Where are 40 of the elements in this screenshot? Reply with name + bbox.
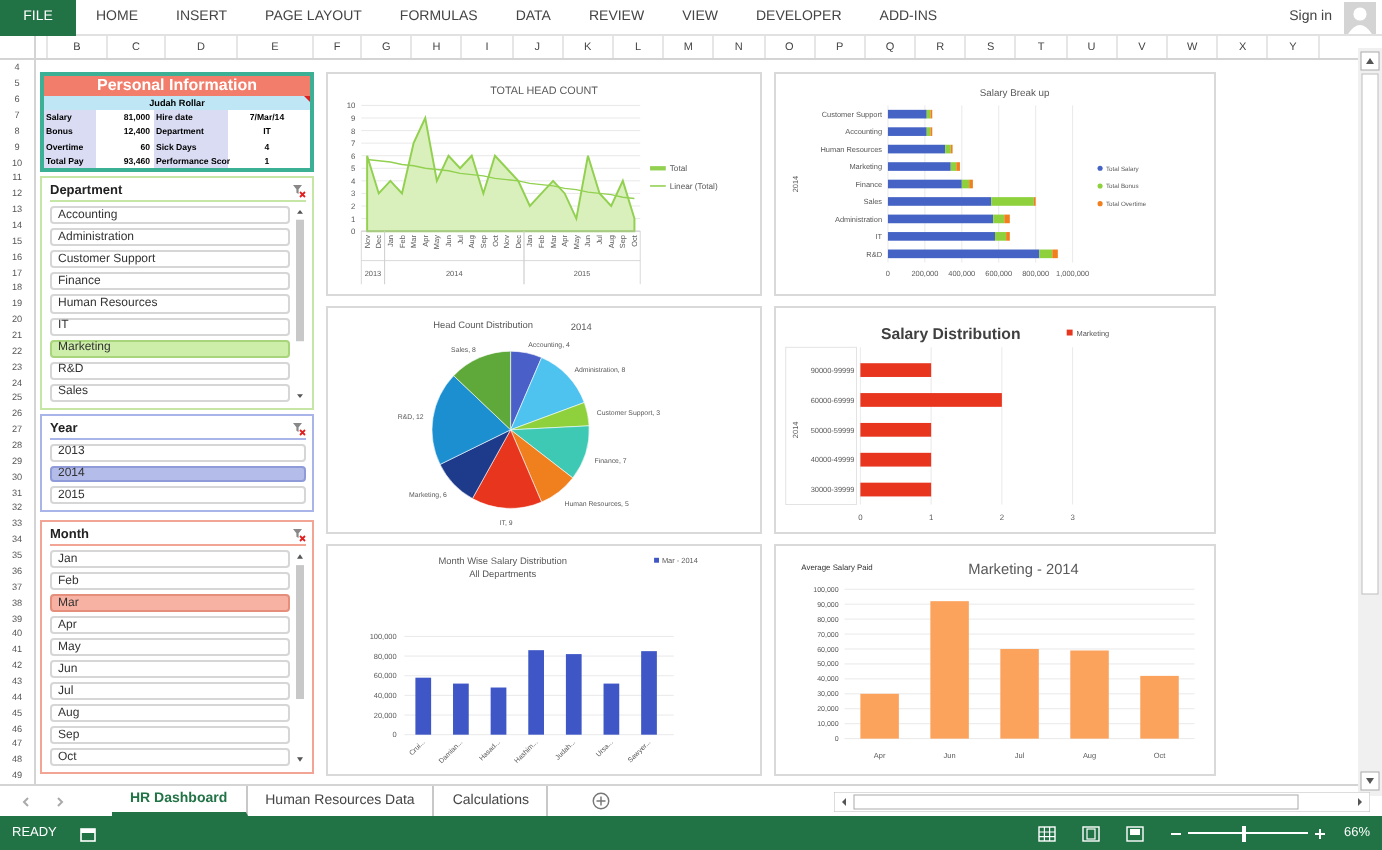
zoom-out-icon[interactable] [1169,827,1182,839]
scrollbar[interactable] [294,550,306,766]
bar [860,482,932,497]
bar [860,393,1002,407]
bar [641,651,657,735]
bar [860,363,932,377]
page-break-icon[interactable] [1125,825,1144,841]
legend-swatch [1097,183,1103,189]
legend-swatch [1097,201,1103,207]
legend-swatch [654,557,659,563]
bar [860,452,932,467]
bar [860,422,932,437]
legend-swatch [650,166,666,171]
bar [1070,650,1109,739]
bar [415,677,432,735]
bar [860,693,899,739]
scrollbar[interactable] [294,206,306,402]
legend-swatch [1066,329,1073,336]
bar [490,687,507,735]
chart-title: Salary Distribution [881,325,1021,344]
clear-filter-icon[interactable] [292,184,306,198]
zoom-slider[interactable] [1187,825,1308,841]
zoom-in-icon[interactable] [1313,827,1326,839]
bar [565,654,582,735]
bar [930,601,969,739]
bar [453,683,469,735]
bar [1000,649,1039,739]
legend-swatch [1097,165,1103,171]
page-layout-icon[interactable] [1081,825,1100,841]
bar [603,683,620,735]
clear-filter-icon[interactable] [292,422,306,436]
bar [1140,675,1179,739]
normal-view-icon[interactable] [1037,825,1056,841]
scrollbar[interactable] [834,791,1370,811]
clear-filter-icon[interactable] [292,528,306,542]
bar [528,650,544,735]
add-sheet-icon[interactable] [592,792,611,810]
scrollbar[interactable] [1358,48,1382,796]
macro-record-icon[interactable] [80,825,97,841]
info-title: Personal Information [44,76,310,96]
